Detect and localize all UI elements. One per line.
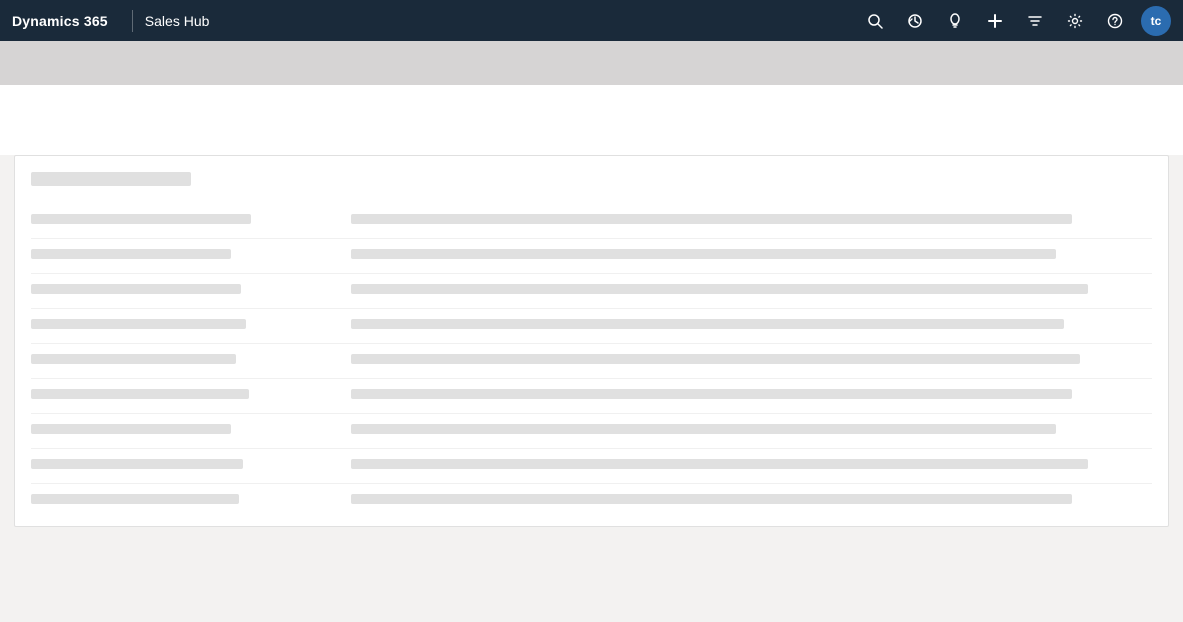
skeleton-value [351,389,1072,399]
skeleton-col-right [351,414,1152,448]
skeleton-col-right [351,309,1152,343]
skeleton-label [31,354,236,364]
skeleton-col-left [31,379,331,413]
skeleton-row [31,448,1152,483]
skeleton-row [31,238,1152,273]
skeleton-value [351,494,1072,504]
skeleton-value [351,424,1056,434]
skeleton-col-left [31,309,331,343]
skeleton-col-right [351,344,1152,378]
skeleton-row [31,483,1152,518]
user-avatar[interactable]: tc [1141,6,1171,36]
skeleton-col-right [351,449,1152,483]
skeleton-label [31,424,231,434]
help-button[interactable] [1097,3,1133,39]
recent-button[interactable] [897,3,933,39]
skeleton-value [351,459,1088,469]
skeleton-row [31,308,1152,343]
skeleton-col-right [351,274,1152,308]
skeleton-row [31,343,1152,378]
skeleton-row [31,204,1152,238]
skeleton-value [351,319,1064,329]
sub-header-bar [0,41,1183,85]
skeleton-label [31,459,243,469]
skeleton-col-left [31,239,331,273]
loading-skeleton-card [14,155,1169,527]
skeleton-col-right [351,484,1152,518]
skeleton-row [31,413,1152,448]
skeleton-label [31,249,231,259]
skeleton-col-right [351,239,1152,273]
skeleton-col-right [351,204,1152,238]
app-header: Dynamics 365 Sales Hub [0,0,1183,41]
skeleton-label [31,319,246,329]
skeleton-value [351,249,1056,259]
skeleton-col-left [31,204,331,238]
skeleton-row [31,378,1152,413]
skeleton-label [31,284,241,294]
skeleton-value [351,214,1072,224]
settings-button[interactable] [1057,3,1093,39]
skeleton-col-right [351,379,1152,413]
skeleton-col-left [31,344,331,378]
skeleton-row [31,273,1152,308]
skeleton-value [351,284,1088,294]
intelligence-button[interactable] [937,3,973,39]
skeleton-label [31,214,251,224]
app-name: Sales Hub [145,13,210,29]
header-icons-group: tc [857,3,1171,39]
skeleton-col-left [31,449,331,483]
search-button[interactable] [857,3,893,39]
header-divider [132,10,133,32]
skeleton-col-left [31,274,331,308]
skeleton-title-bar [31,172,191,186]
skeleton-col-left [31,484,331,518]
white-space-area [0,85,1183,155]
brand-title: Dynamics 365 [12,13,120,29]
skeleton-label [31,389,249,399]
skeleton-label [31,494,239,504]
skeleton-value [351,354,1080,364]
advanced-find-button[interactable] [1017,3,1053,39]
skeleton-col-left [31,414,331,448]
new-button[interactable] [977,3,1013,39]
